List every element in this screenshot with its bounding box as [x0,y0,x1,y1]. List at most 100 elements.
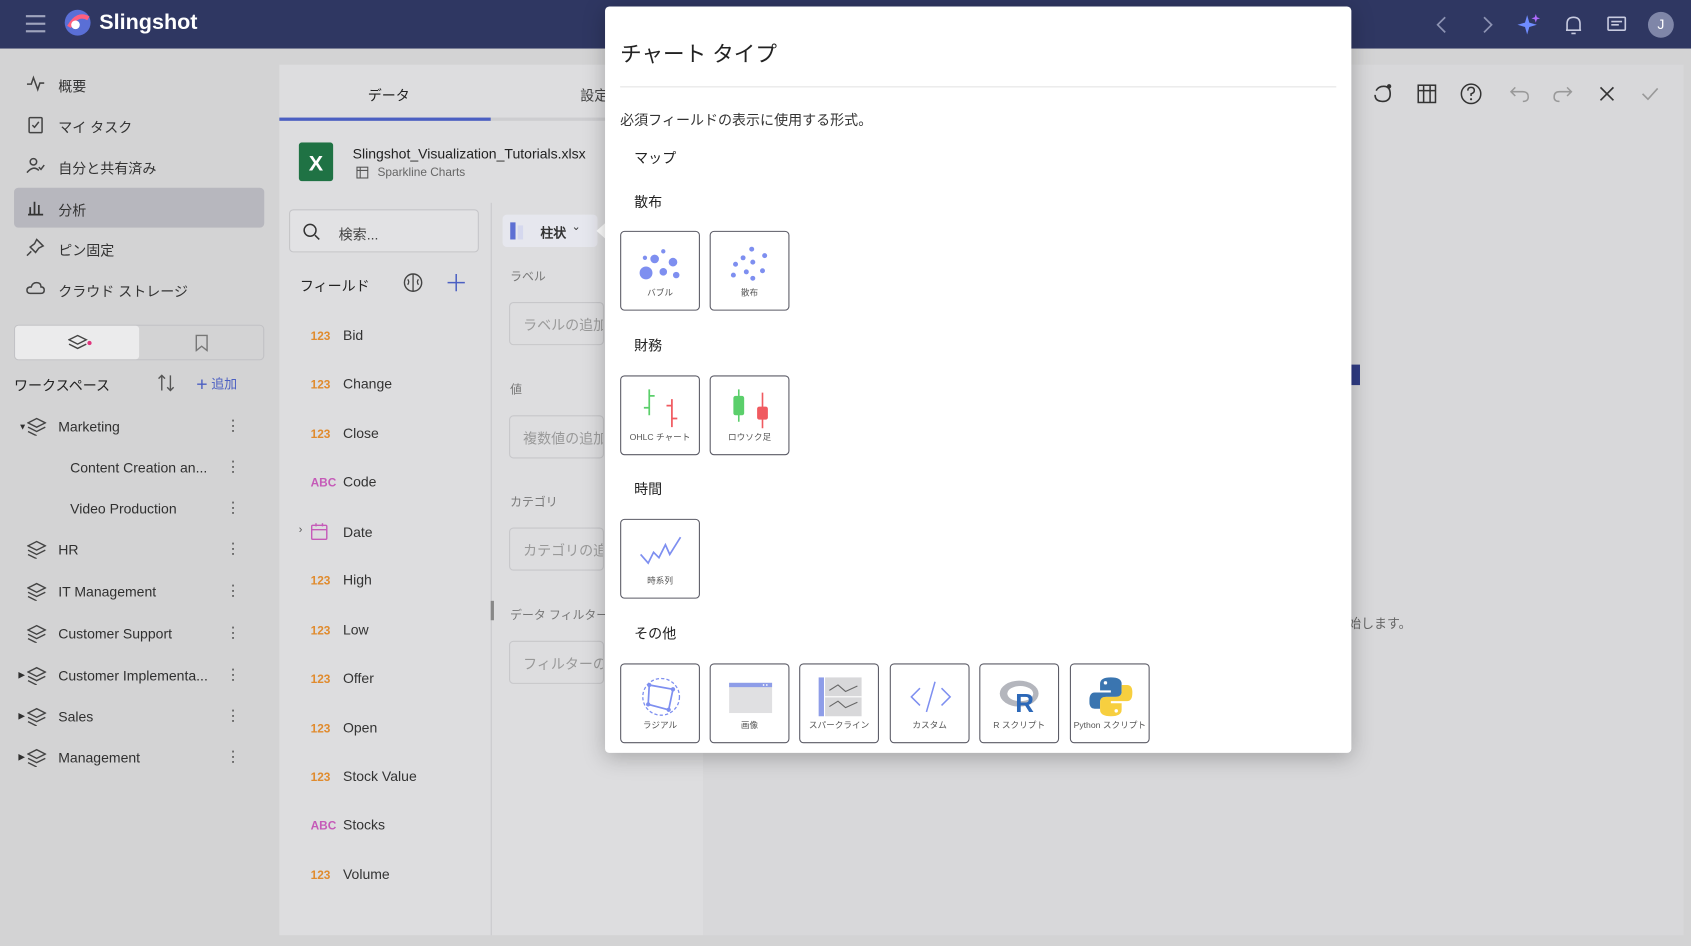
workspace-label: Customer Implementa... [58,667,208,684]
table-icon[interactable] [1415,82,1439,106]
field-item[interactable]: 123 Close [311,425,379,447]
resize-handle[interactable] [490,600,494,621]
category-section-title: カテゴリ [510,496,558,510]
nav-overview[interactable]: 概要 [14,64,264,104]
forward-icon[interactable] [1475,13,1499,37]
add-workspace-button[interactable]: + 追加 [196,373,237,396]
field-item[interactable]: 123 Change [311,375,392,397]
workspace-customer-support[interactable]: Customer Support ⋮ [14,615,264,654]
field-item[interactable]: 123 Offer [311,670,374,692]
filter-drop-zone[interactable]: フィルターの追加 [509,640,604,684]
field-search[interactable]: 検索... [289,209,479,253]
field-item[interactable]: 123 Open [311,719,378,741]
clipboard-check-icon [28,116,43,134]
more-icon[interactable]: ⋮ [225,457,240,475]
chart-type-custom[interactable]: カスタム [889,663,970,744]
chevron-right-icon[interactable]: › [299,524,303,536]
chart-type-label: 散布 [740,288,759,298]
time-series-chart-icon [639,536,682,565]
more-icon[interactable]: ⋮ [225,623,240,641]
refresh-icon[interactable] [1370,81,1396,107]
chart-type-scatter[interactable]: 散布 [709,230,790,311]
workspace-label: Marketing [58,418,120,435]
label-section-title: ラベル [510,270,546,284]
more-icon[interactable]: ⋮ [225,707,240,725]
add-field-icon[interactable] [446,273,465,292]
more-icon[interactable]: ⋮ [225,581,240,599]
workspace-sales[interactable]: ▶ Sales ⋮ [14,698,264,737]
field-item[interactable]: ABC Stocks [311,817,385,839]
chart-type-ohlc[interactable]: OHLC チャート [620,375,700,456]
more-icon[interactable]: ⋮ [225,748,240,766]
workspace-management[interactable]: ▶ Management ⋮ [14,739,264,778]
chart-type-candlestick[interactable]: ロウソク足 [709,375,790,456]
workspace-video-production[interactable]: Video Production ⋮ [14,490,264,529]
value-drop-zone[interactable]: 複数値の追加 [509,415,604,459]
redo-icon[interactable] [1551,82,1575,106]
avatar[interactable]: J [1647,11,1674,38]
tab-workspaces[interactable] [15,325,140,360]
tab-data[interactable]: データ [368,84,410,104]
help-icon[interactable] [1459,82,1483,106]
field-name: Code [342,473,377,490]
more-icon[interactable]: ⋮ [225,666,240,684]
caret-right-icon[interactable]: ▶ [18,711,25,721]
field-type: 123 [310,869,331,883]
chart-type-time-series[interactable]: 時系列 [620,518,700,599]
more-icon[interactable]: ⋮ [225,416,240,434]
chat-icon[interactable] [1605,13,1629,37]
menu-icon[interactable] [25,15,46,33]
field-item[interactable]: 123 High [311,572,372,594]
category-time: 時間 [634,481,663,498]
workspace-it-management[interactable]: IT Management ⋮ [14,573,264,612]
bar-chart-icon [28,201,44,216]
category-drop-zone[interactable]: カテゴリの追加 [509,527,604,571]
workspace-content-creation[interactable]: Content Creation an... ⋮ [14,449,264,488]
field-item[interactable]: ABC Code [311,474,377,496]
nav-cloud-storage[interactable]: クラウド ストレージ [14,269,264,309]
field-name: Low [342,621,369,638]
chart-type-radial[interactable]: ラジアル [620,663,700,744]
nav-analytics[interactable]: 分析 [14,187,265,228]
caret-right-icon[interactable]: ▶ [18,752,25,762]
svg-text:R: R [1015,690,1034,718]
calendar-icon [310,523,328,541]
back-icon[interactable] [1430,13,1454,37]
more-icon[interactable]: ⋮ [225,498,240,516]
field-item[interactable]: 123 Stock Value [311,768,417,790]
nav-label: 分析 [58,202,87,219]
field-item[interactable]: › Date [299,523,373,545]
chart-type-sparkline[interactable]: スパークライン [799,663,879,744]
chart-type-bubble[interactable]: バブル [620,230,700,311]
chart-type-r-script[interactable]: R R スクリプト [979,663,1060,744]
chart-type-python-script[interactable]: Python スクリプト [1069,663,1150,744]
field-item[interactable]: 123 Low [311,621,369,643]
nav-my-tasks[interactable]: マイ タスク [14,105,264,145]
bookmark-icon[interactable] [194,334,209,352]
caret-down-icon[interactable]: ▼ [18,422,27,432]
category-map[interactable]: マップ [634,147,676,167]
sparkle-icon[interactable] [1516,13,1541,37]
undo-icon[interactable] [1508,82,1532,106]
workspace-label: HR [58,541,79,558]
chart-type-label: ラジアル [642,720,678,731]
workspace-hr[interactable]: HR ⋮ [14,531,264,570]
sort-icon[interactable] [156,373,175,392]
layers-icon [26,666,47,685]
field-type: 123 [310,722,331,736]
workspace-customer-implementation[interactable]: ▶ Customer Implementa... ⋮ [14,657,264,696]
close-icon[interactable] [1596,83,1618,105]
more-icon[interactable]: ⋮ [225,539,240,557]
caret-right-icon[interactable]: ▶ [18,670,25,680]
workspace-marketing[interactable]: ▼ Marketing ⋮ [14,408,264,447]
label-drop-zone[interactable]: ラベルの追加 [509,302,604,346]
check-icon[interactable] [1639,83,1661,105]
nav-shared-with-me[interactable]: 自分と共有済み [14,146,264,186]
chart-type-button[interactable]: 柱状 ⌄ [502,214,598,248]
field-item[interactable]: 123 Bid [311,327,364,349]
nav-pinned[interactable]: ピン固定 [14,228,264,268]
brain-icon[interactable] [402,272,424,294]
field-item[interactable]: 123 Volume [311,866,390,888]
bell-icon[interactable] [1562,13,1586,37]
chart-type-image[interactable]: 画像 [709,663,790,744]
